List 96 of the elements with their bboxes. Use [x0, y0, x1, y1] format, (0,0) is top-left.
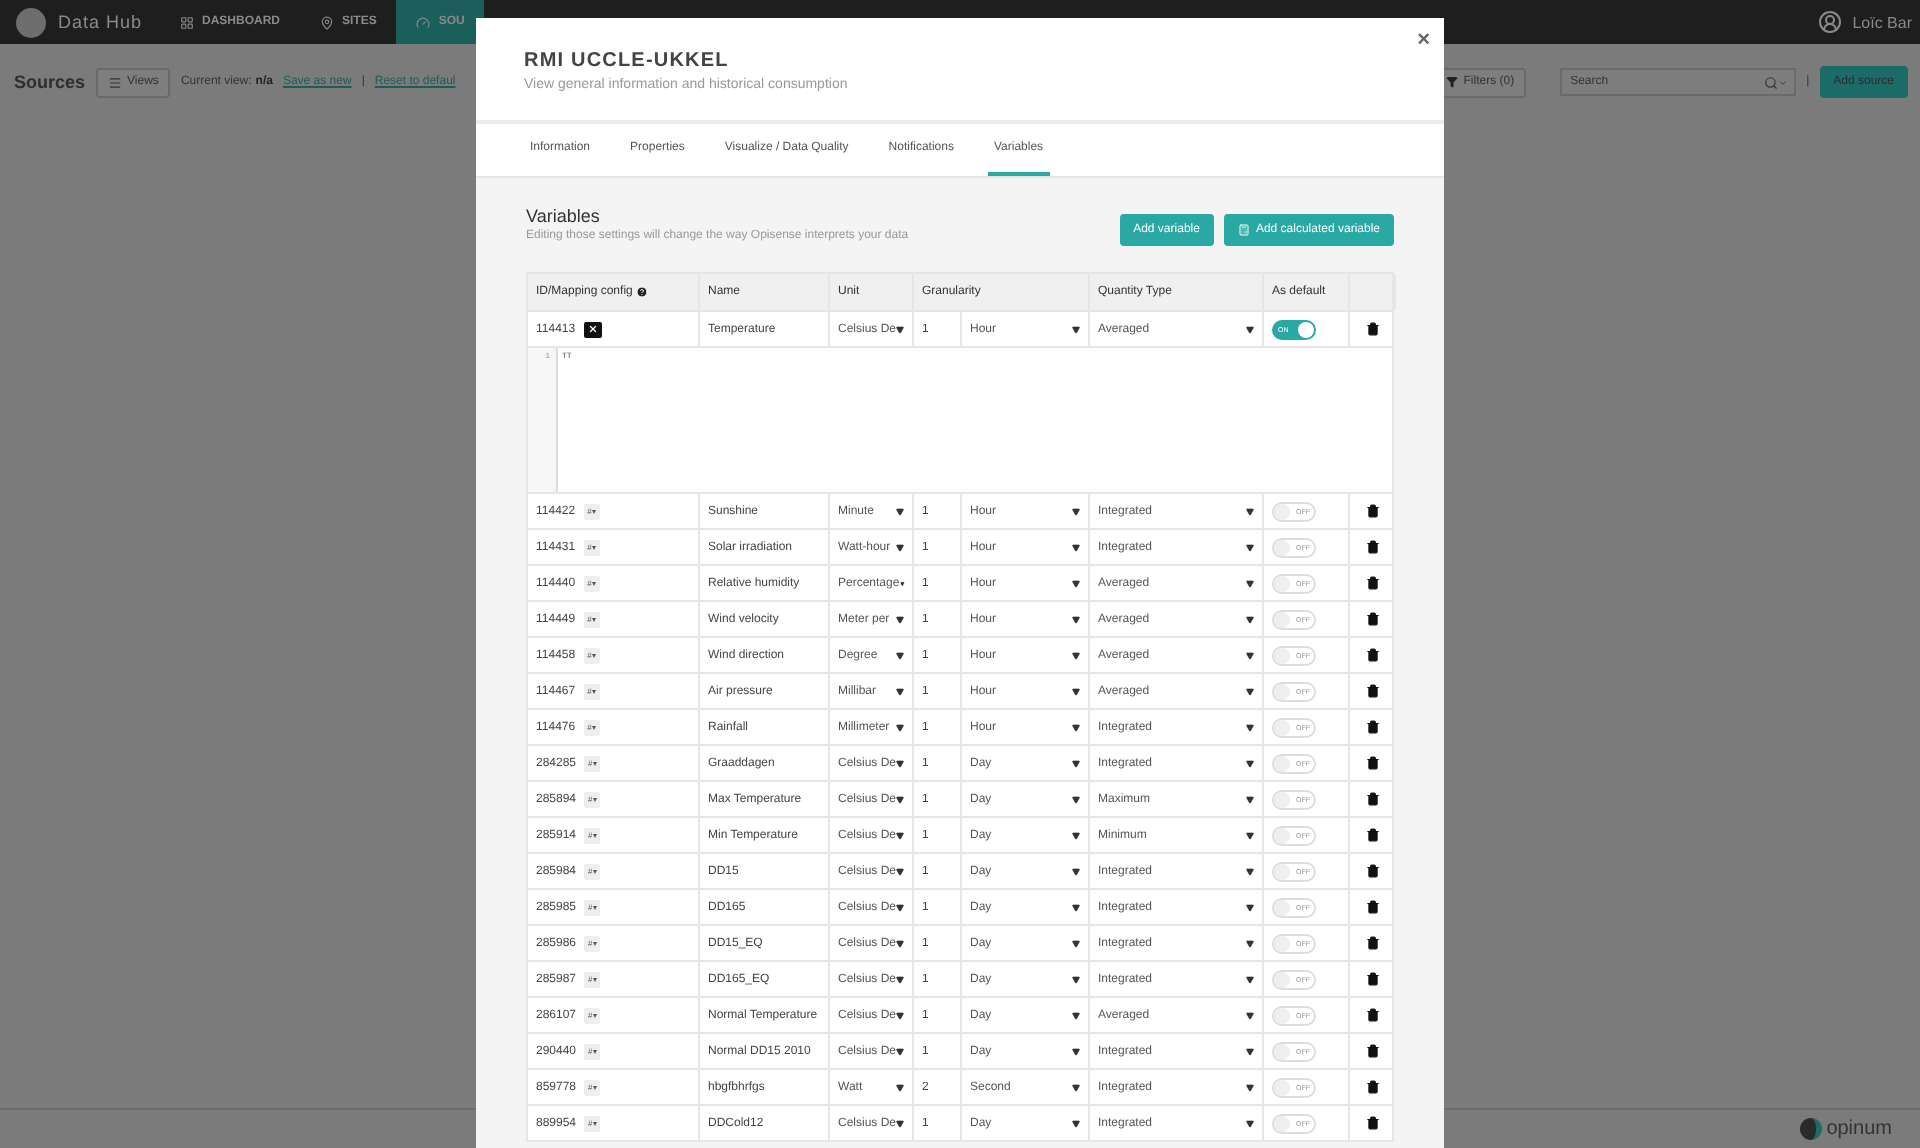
- caret-icon: [896, 1047, 904, 1055]
- delete-icon[interactable]: [1366, 540, 1380, 554]
- caret-icon: [1072, 723, 1080, 731]
- caret-icon: [1246, 507, 1254, 515]
- close-button[interactable]: ×: [1417, 28, 1430, 52]
- pin-icon: [320, 15, 334, 29]
- filter-icon: [1445, 76, 1458, 88]
- caret-icon: [896, 687, 904, 695]
- close-icon: [587, 324, 598, 334]
- caret-icon: [1246, 1011, 1254, 1019]
- caret-icon: [1246, 1047, 1254, 1055]
- caret-icon: [896, 723, 904, 731]
- caret-icon: [1246, 939, 1254, 947]
- caret-icon: [896, 759, 904, 767]
- delete-icon[interactable]: [1366, 1116, 1380, 1130]
- caret-icon: [1246, 795, 1254, 803]
- delete-icon[interactable]: [1366, 1080, 1380, 1094]
- caret-icon: [1072, 975, 1080, 983]
- delete-icon[interactable]: [1366, 1044, 1380, 1058]
- delete-icon[interactable]: [1366, 792, 1380, 806]
- caret-icon: [896, 543, 904, 551]
- help-icon[interactable]: [636, 286, 649, 298]
- caret-icon: [1072, 759, 1080, 767]
- logo-icon: [1800, 1118, 1823, 1140]
- delete-icon[interactable]: [1366, 972, 1380, 986]
- caret-icon: [1072, 687, 1080, 695]
- brand-name: Data Hub: [58, 12, 143, 32]
- delete-icon[interactable]: [1366, 648, 1380, 662]
- caret-icon: [1246, 903, 1254, 911]
- caret-icon: [1246, 1083, 1254, 1091]
- caret-icon: [1072, 615, 1080, 623]
- caret-icon: [896, 939, 904, 947]
- caret-icon: [1072, 651, 1080, 659]
- caret-icon: [1072, 903, 1080, 911]
- close-mapping-button[interactable]: [583, 321, 602, 337]
- delete-icon[interactable]: [1366, 322, 1380, 336]
- page-title: Sources: [14, 72, 86, 92]
- caret-icon: [1072, 1119, 1080, 1127]
- delete-icon[interactable]: [1366, 504, 1380, 518]
- delete-icon[interactable]: [1366, 756, 1380, 770]
- delete-icon[interactable]: [1366, 684, 1380, 698]
- footer-brand: opinum: [1826, 1118, 1892, 1140]
- caret-icon: [896, 831, 904, 839]
- caret-icon: [896, 975, 904, 983]
- caret-icon: [896, 615, 904, 623]
- caret-icon: [1246, 325, 1254, 333]
- caret-icon: [896, 795, 904, 803]
- caret-icon: [896, 1083, 904, 1091]
- delete-icon[interactable]: [1366, 828, 1380, 842]
- caret-icon: [1246, 975, 1254, 983]
- caret-icon: [1072, 1011, 1080, 1019]
- caret-icon: [896, 867, 904, 875]
- delete-icon[interactable]: [1366, 576, 1380, 590]
- user-name[interactable]: Loïc Bar: [1852, 13, 1912, 31]
- caret-icon: [1246, 687, 1254, 695]
- caret-icon: [1246, 615, 1254, 623]
- caret-icon: [896, 507, 904, 515]
- delete-icon[interactable]: [1366, 720, 1380, 734]
- caret-icon: [899, 579, 904, 587]
- caret-icon: [896, 1011, 904, 1019]
- caret-icon: [896, 325, 904, 333]
- caret-icon: [896, 1119, 904, 1127]
- delete-icon[interactable]: [1366, 864, 1380, 878]
- caret-icon: [1072, 507, 1080, 515]
- calculator-icon: [1237, 224, 1250, 236]
- caret-icon: [1072, 939, 1080, 947]
- user-icon: [1818, 10, 1843, 34]
- delete-icon[interactable]: [1366, 900, 1380, 914]
- caret-icon: [1072, 831, 1080, 839]
- grid-icon: [180, 15, 194, 29]
- section-title: Variables: [526, 206, 602, 226]
- caret-icon: [1072, 579, 1080, 587]
- caret-icon: [1072, 795, 1080, 803]
- caret-icon: [1072, 1083, 1080, 1091]
- caret-icon: [1072, 867, 1080, 875]
- caret-icon: [1246, 651, 1254, 659]
- caret-icon: [1072, 1047, 1080, 1055]
- caret-icon: [1072, 543, 1080, 551]
- logo-icon: [16, 7, 46, 37]
- caret-icon: [896, 651, 904, 659]
- caret-icon: [1246, 723, 1254, 731]
- caret-icon: [1246, 831, 1254, 839]
- gauge-icon: [416, 15, 431, 29]
- caret-icon: [1246, 759, 1254, 767]
- caret-icon: [1246, 1119, 1254, 1127]
- caret-icon: [1246, 579, 1254, 587]
- caret-icon: [896, 903, 904, 911]
- delete-icon[interactable]: [1366, 936, 1380, 950]
- delete-icon[interactable]: [1366, 1008, 1380, 1022]
- modal-title: RMI UCCLE-UKKEL: [524, 50, 731, 72]
- caret-icon: [1246, 543, 1254, 551]
- menu-icon: [107, 75, 122, 89]
- delete-icon[interactable]: [1366, 612, 1380, 626]
- search-icon[interactable]: [1764, 76, 1779, 90]
- caret-icon: [1072, 325, 1080, 333]
- caret-icon: [1246, 867, 1254, 875]
